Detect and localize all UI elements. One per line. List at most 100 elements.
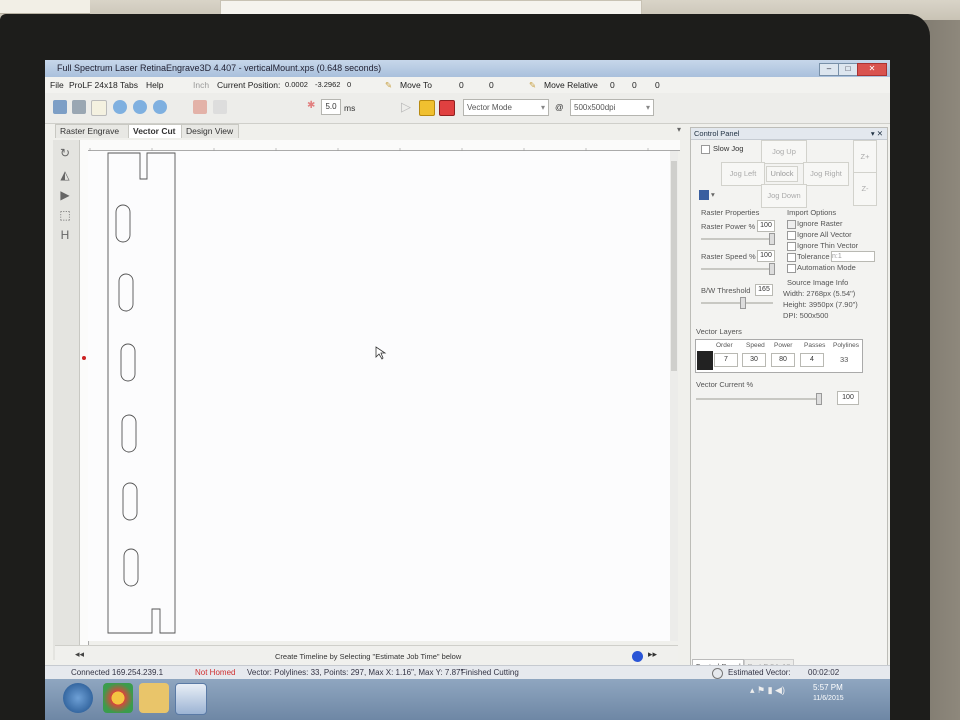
height-icon[interactable]: H — [57, 228, 73, 242]
raster-speed-slider[interactable] — [701, 268, 773, 270]
unlock-button[interactable]: Unlock — [766, 166, 798, 182]
file-explorer-icon[interactable] — [139, 683, 169, 713]
vector-current-input[interactable]: 100 — [837, 391, 859, 405]
select-box-icon[interactable]: ⬚ — [57, 208, 73, 222]
title-bar: Full Spectrum Laser RetinaEngrave3D 4.40… — [45, 60, 890, 77]
layer-passes-input[interactable]: 4 — [800, 353, 824, 367]
grid-icon[interactable] — [213, 100, 227, 114]
tab-raster-engrave[interactable]: Raster Engrave — [55, 124, 129, 138]
move-relative-z[interactable]: 0 — [655, 77, 660, 93]
vector-current-thumb[interactable] — [816, 393, 822, 405]
minimize-button[interactable]: – — [819, 63, 839, 76]
fast-forward-icon[interactable]: ▸▸ — [648, 649, 657, 660]
rewind-icon[interactable]: ◂◂ — [75, 649, 84, 660]
control-panel-header: Control Panel ▾ ✕ — [691, 128, 887, 140]
layer-speed-input[interactable]: 30 — [742, 353, 766, 367]
record-icon[interactable] — [632, 651, 643, 662]
move-to-y[interactable]: 0 — [489, 77, 494, 93]
save-settings-icon[interactable] — [699, 190, 709, 200]
raster-power-input[interactable]: 100 — [757, 220, 775, 232]
flip-horizontal-icon[interactable]: ◭ — [57, 168, 73, 182]
menu-bar: File ProLF 24x18 Tabs Help Inch Current … — [45, 77, 890, 93]
ignore-raster-checkbox[interactable] — [787, 220, 796, 229]
move-relative-y[interactable]: 0 — [632, 77, 637, 93]
slot-3 — [120, 343, 136, 382]
pause-icon[interactable] — [419, 100, 435, 116]
mount-outline — [107, 152, 176, 634]
new-icon[interactable] — [91, 100, 107, 116]
tab-vector-cut[interactable]: Vector Cut — [128, 124, 182, 138]
menu-help[interactable]: Help — [146, 77, 163, 93]
open-icon[interactable] — [53, 100, 67, 114]
layer-order-input[interactable]: 7 — [714, 353, 738, 367]
automation-mode-checkbox[interactable] — [787, 264, 796, 273]
background-paper — [0, 0, 90, 14]
layer-power-input[interactable]: 80 — [771, 353, 795, 367]
close-button[interactable]: ✕ — [857, 63, 887, 76]
jog-right-button[interactable]: Jog Right — [803, 162, 849, 186]
raster-speed-thumb[interactable] — [769, 263, 775, 275]
stop-icon[interactable] — [439, 100, 455, 116]
retina-engrave-icon[interactable] — [175, 683, 207, 715]
source-width: Width: 2768px (5.54") — [783, 289, 856, 298]
mode-select[interactable]: Vector Mode ▾ — [463, 99, 549, 116]
tolerance-input[interactable]: n:1 — [831, 251, 875, 262]
bw-threshold-label: B/W Threshold — [701, 286, 751, 295]
maximize-button[interactable]: □ — [838, 63, 858, 76]
source-height: Height: 3950px (7.90") — [783, 300, 858, 309]
dpi-select[interactable]: 500x500dpi ▾ — [570, 99, 654, 116]
zoom-actual-icon[interactable] — [153, 100, 167, 114]
jog-down-button[interactable]: Jog Down — [761, 184, 807, 208]
bw-threshold-input[interactable]: 165 — [755, 284, 773, 296]
save-icon[interactable] — [72, 100, 86, 114]
move-to-button[interactable]: Move To — [400, 77, 432, 93]
mouse-cursor-icon — [375, 346, 387, 360]
jog-up-button[interactable]: Jog Up — [761, 140, 807, 164]
ignore-all-vector-label: Ignore All Vector — [797, 230, 852, 239]
chrome-icon[interactable] — [103, 683, 133, 713]
rotate-icon[interactable]: ↻ — [57, 146, 73, 160]
layer-color-swatch[interactable] — [697, 351, 713, 370]
chevron-down-icon[interactable]: ▾ — [711, 190, 715, 199]
z-up-button[interactable]: Z+ — [853, 140, 877, 174]
ms-input[interactable]: 5.0 — [321, 99, 341, 115]
menu-prolf[interactable]: ProLF 24x18 — [69, 77, 118, 93]
raster-power-thumb[interactable] — [769, 233, 775, 245]
bw-threshold-slider[interactable] — [701, 302, 773, 304]
move-to-x[interactable]: 0 — [459, 77, 464, 93]
start-button[interactable] — [63, 683, 93, 713]
raster-speed-input[interactable]: 100 — [757, 250, 775, 262]
panel-close-icon[interactable]: ▾ ✕ — [871, 128, 883, 139]
timeline-hint: Create Timeline by Selecting "Estimate J… — [275, 652, 462, 661]
tabs-dropdown-icon[interactable]: ▾ — [677, 125, 681, 134]
jog-left-button[interactable]: Jog Left — [721, 162, 765, 186]
ms-label: ms — [344, 103, 356, 113]
play-icon[interactable]: ▷ — [401, 99, 411, 115]
flip-vertical-icon[interactable]: ▶ — [57, 188, 73, 202]
move-relative-button[interactable]: Move Relative — [544, 77, 598, 93]
raster-power-slider[interactable] — [701, 238, 773, 240]
canvas-scrollbar[interactable] — [670, 151, 678, 641]
homed-status: Not Homed — [195, 668, 236, 677]
vector-info: Vector: Polylines: 33, Points: 297, Max … — [247, 668, 464, 677]
design-canvas[interactable] — [88, 151, 670, 641]
menu-tabs[interactable]: Tabs — [120, 77, 138, 93]
ignore-all-vector-checkbox[interactable] — [787, 231, 796, 240]
tolerance-checkbox[interactable] — [787, 253, 796, 262]
scrollbar-thumb[interactable] — [671, 161, 677, 371]
zoom-out-icon[interactable] — [133, 100, 147, 114]
connection-status: Connected 169.254.239.1 — [71, 668, 164, 677]
zoom-in-icon[interactable] — [113, 100, 127, 114]
slow-jog-checkbox[interactable] — [701, 145, 710, 154]
ignore-thin-vector-checkbox[interactable] — [787, 242, 796, 251]
laser-fire-icon[interactable]: ✱ — [307, 100, 315, 111]
layer-header-speed: Speed — [746, 342, 765, 349]
z-down-button[interactable]: Z- — [853, 172, 877, 206]
menu-file[interactable]: File — [50, 77, 64, 93]
tab-design-view[interactable]: Design View — [181, 124, 239, 138]
vector-current-slider[interactable] — [696, 398, 820, 400]
automation-mode-label: Automation Mode — [797, 263, 856, 272]
move-relative-x[interactable]: 0 — [610, 77, 615, 93]
home-icon[interactable] — [193, 100, 207, 114]
bw-threshold-thumb[interactable] — [740, 297, 746, 309]
